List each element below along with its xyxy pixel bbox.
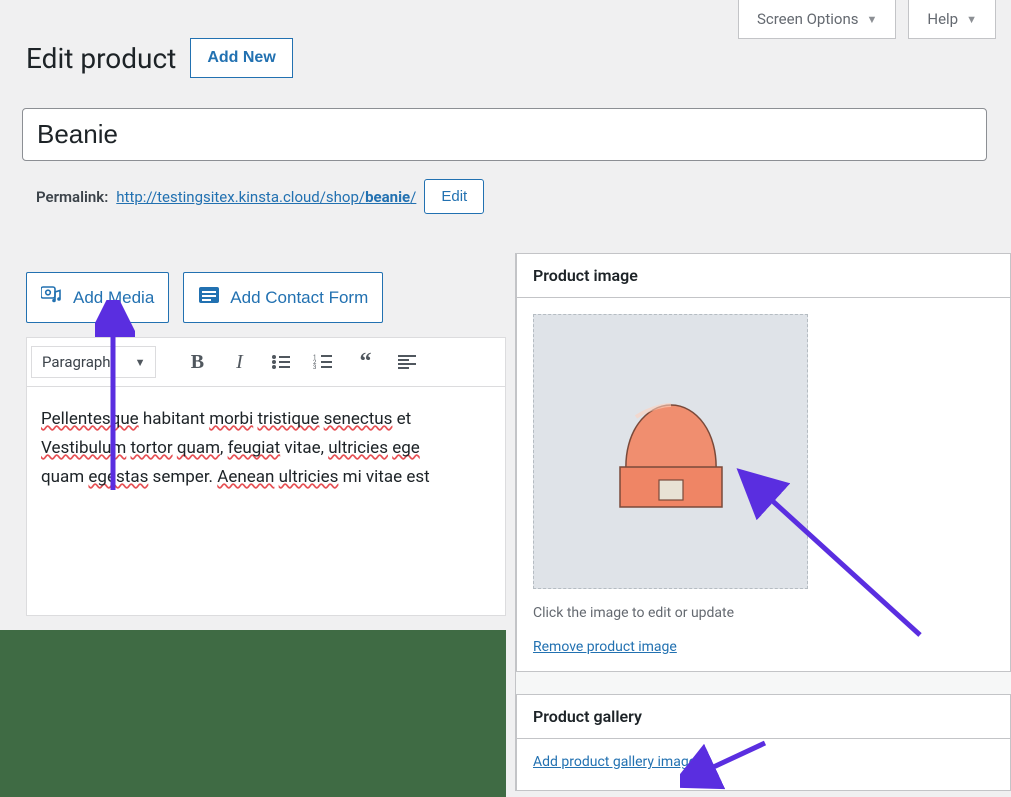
format-select-label: Paragraph (42, 353, 111, 371)
camera-music-icon (41, 285, 63, 310)
help-label: Help (927, 10, 958, 28)
blockquote-button[interactable]: “ (346, 344, 384, 380)
add-contact-form-label: Add Contact Form (230, 288, 368, 308)
remove-product-image-link[interactable]: Remove product image (533, 639, 677, 655)
chevron-down-icon: ▼ (866, 13, 877, 26)
add-media-label: Add Media (73, 288, 154, 308)
add-contact-form-button[interactable]: Add Contact Form (183, 272, 383, 323)
chevron-down-icon: ▼ (966, 13, 977, 26)
editor-toolbar: Paragraph ▼ B I 123 “ (26, 337, 506, 386)
chevron-down-icon: ▼ (135, 356, 146, 369)
add-media-button[interactable]: Add Media (26, 272, 169, 323)
help-tab[interactable]: Help ▼ (908, 0, 996, 39)
edit-permalink-button[interactable]: Edit (424, 179, 484, 214)
editor-line: Vestibulum tortor quam, feugiat vitae, u… (41, 434, 491, 463)
beanie-icon (596, 377, 746, 527)
bullet-list-button[interactable] (262, 344, 300, 380)
decorative-block (0, 630, 506, 797)
italic-button[interactable]: I (220, 344, 258, 380)
editor-line: Pellentesque habitant morbi tristique se… (41, 405, 491, 434)
product-gallery-heading: Product gallery (517, 695, 1010, 739)
form-icon (198, 286, 220, 309)
product-title-input[interactable] (22, 108, 987, 161)
svg-text:3: 3 (313, 364, 316, 370)
product-image-help: Click the image to edit or update (533, 605, 994, 621)
format-select[interactable]: Paragraph ▼ (31, 346, 156, 378)
content-editor[interactable]: Pellentesque habitant morbi tristique se… (26, 386, 506, 616)
add-gallery-images-link[interactable]: Add product gallery images (533, 754, 703, 770)
numbered-list-button[interactable]: 123 (304, 344, 342, 380)
product-image-heading: Product image (517, 254, 1010, 298)
add-new-button[interactable]: Add New (190, 38, 292, 78)
product-image-panel: Product image Click the image to edit or… (516, 253, 1011, 672)
permalink-link[interactable]: http://testingsitex.kinsta.cloud/shop/be… (116, 188, 416, 206)
editor-line: quam egestas semper. Aenean ultricies mi… (41, 463, 491, 492)
page-title: Edit product (26, 42, 176, 75)
product-image-thumbnail[interactable] (533, 314, 808, 589)
screen-options-tab[interactable]: Screen Options ▼ (738, 0, 896, 39)
screen-options-label: Screen Options (757, 10, 859, 28)
align-left-button[interactable] (388, 344, 426, 380)
product-gallery-panel: Product gallery Add product gallery imag… (516, 694, 1011, 791)
bold-button[interactable]: B (178, 344, 216, 380)
permalink-label: Permalink: (36, 188, 108, 206)
